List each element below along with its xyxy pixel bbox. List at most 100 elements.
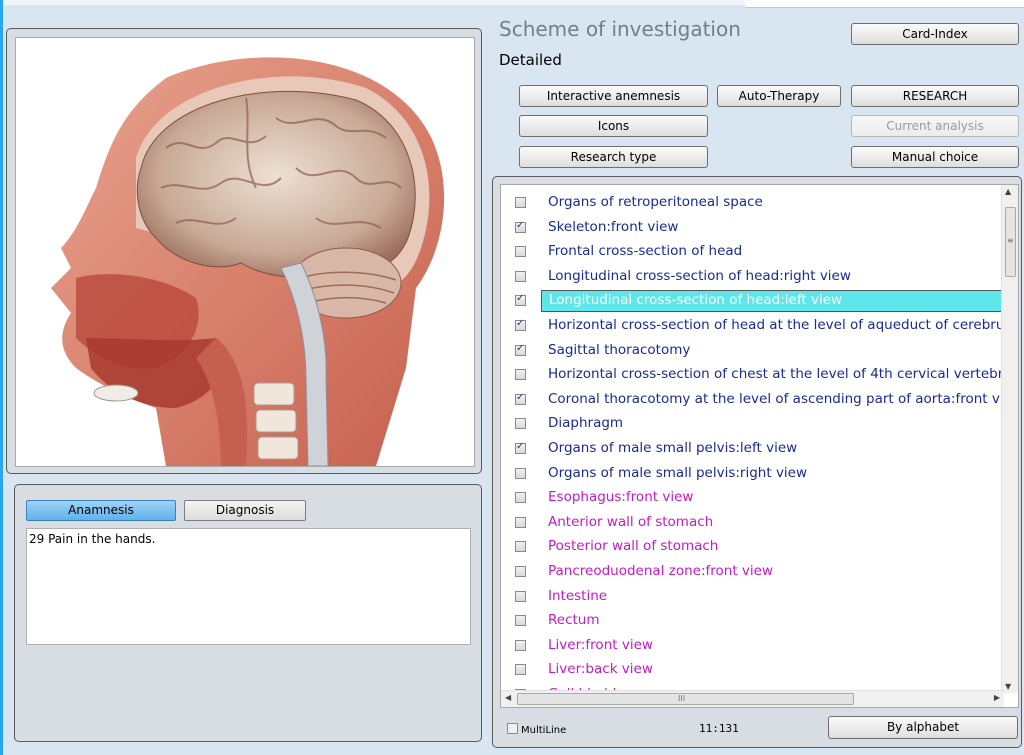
interactive-anamnesis-button[interactable]: Interactive anemnesis: [519, 85, 708, 107]
list-item-label: Anterior wall of stomach: [548, 513, 714, 530]
list-item-label: Liver:back view: [548, 661, 653, 678]
multiline-label: MultiLine: [521, 725, 567, 736]
list-item-label: Longitudinal cross-section of head:left …: [541, 290, 1005, 313]
list-item[interactable]: Esophagus:front view: [501, 486, 1004, 510]
by-alphabet-button[interactable]: By alphabet: [828, 716, 1018, 739]
list-item-checkbox[interactable]: [515, 639, 526, 651]
auto-therapy-button[interactable]: Auto-Therapy: [717, 85, 841, 107]
card-index-button[interactable]: Card-Index: [851, 23, 1019, 45]
list-item[interactable]: ✓ Sagittal thoracotomy: [501, 339, 1004, 363]
list-item[interactable]: Horizontal cross-section of chest at the…: [501, 363, 1012, 387]
list-item-checkbox[interactable]: [515, 492, 526, 504]
list-item-label: Intestine: [548, 587, 608, 604]
manual-choice-button[interactable]: Manual choice: [851, 146, 1019, 168]
vertical-scroll-thumb[interactable]: ≡: [1005, 207, 1016, 277]
grip-icon: ≡: [1007, 236, 1014, 245]
list-item[interactable]: Pancreoduodenal zone:front view: [501, 560, 1004, 584]
list-item-checkbox[interactable]: [515, 270, 526, 282]
multiline-toggle[interactable]: MultiLine: [507, 723, 566, 736]
horizontal-scroll-thumb[interactable]: III: [517, 693, 854, 705]
list-item-label: Organs of retroperitoneal space: [548, 194, 763, 210]
list-item-checkbox[interactable]: [515, 467, 526, 479]
research-type-button[interactable]: Research type: [519, 146, 708, 168]
list-item[interactable]: Longitudinal cross-section of head:right…: [501, 265, 1004, 289]
list-item[interactable]: Liver:back view: [501, 658, 1004, 682]
list-item-label: Coronal thoracotomy at the level of asce…: [548, 390, 1019, 407]
list-item-label: Horizontal cross-section of head at the …: [548, 317, 1018, 333]
scroll-right-icon[interactable]: ▶: [994, 693, 1000, 702]
scroll-down-icon[interactable]: ▼: [1005, 682, 1011, 691]
anamnesis-text-area[interactable]: 29 Pain in the hands.: [26, 528, 471, 645]
list-item-label: Longitudinal cross-section of head:right…: [548, 267, 851, 284]
research-button[interactable]: RESEARCH: [851, 85, 1019, 107]
check-icon: ✓: [516, 441, 525, 452]
list-item-checkbox[interactable]: [515, 590, 526, 602]
list-item-checkbox[interactable]: [515, 418, 526, 430]
list-item-label: Esophagus:front view: [548, 489, 694, 506]
list-item-checkbox[interactable]: [515, 566, 526, 577]
check-icon: ✓: [516, 318, 525, 329]
list-item-label: Skeleton:front view: [548, 218, 679, 235]
list-item-checkbox[interactable]: [515, 246, 526, 258]
list-item[interactable]: ✓ Longitudinal cross-section of head:left…: [501, 289, 1005, 313]
list-item[interactable]: Rectum: [501, 609, 1004, 633]
list-item-label: Organs of male small pelvis:left view: [548, 440, 798, 456]
horizontal-scrollbar[interactable]: ◀ III ▶: [501, 690, 1004, 707]
list-item-label: Posterior wall of stomach: [548, 538, 719, 555]
list-item[interactable]: Organs of retroperitoneal space: [501, 191, 1004, 215]
icons-button[interactable]: Icons: [519, 115, 708, 137]
list-item-checkbox[interactable]: [515, 369, 526, 381]
image-panel: [6, 28, 482, 474]
list-item[interactable]: Organs of male small pelvis:right view: [501, 462, 1004, 486]
multiline-checkbox[interactable]: [507, 723, 518, 734]
list-item-label: Liver:front view: [548, 636, 653, 653]
list-item-checkbox[interactable]: ✓: [515, 219, 526, 233]
left-edge: [0, 0, 3, 755]
list-item-checkbox[interactable]: [515, 516, 526, 528]
scroll-up-icon[interactable]: ▲: [1005, 187, 1011, 196]
list-item[interactable]: Liver:front view: [501, 634, 1004, 658]
list-item[interactable]: ✓ Skeleton:front view: [501, 216, 1004, 240]
item-counter: 11:131: [699, 722, 739, 735]
grip-icon: III: [678, 694, 686, 703]
list-item[interactable]: ✓ Organs of male small pelvis:left view: [501, 437, 1004, 461]
investigation-list-panel: Organs of retroperitoneal space ✓ Skeleton…: [492, 176, 1022, 748]
page-subtitle: Detailed: [499, 51, 562, 69]
check-icon: ✓: [516, 293, 525, 305]
page-title: Scheme of investigation: [499, 17, 741, 41]
list-item-checkbox[interactable]: [515, 197, 526, 208]
check-icon: ✓: [516, 342, 525, 354]
head-cross-section-illustration: [51, 57, 445, 466]
scroll-left-icon[interactable]: ◀: [505, 693, 511, 702]
list-item[interactable]: ✓ Coronal thoracotomy at the level of asc…: [501, 388, 1018, 412]
list-item-checkbox[interactable]: ✓: [515, 318, 526, 331]
list-item[interactable]: Anterior wall of stomach: [501, 511, 1004, 535]
list-item-label: Rectum: [548, 612, 600, 629]
list-item-checkbox[interactable]: ✓: [515, 391, 526, 405]
list-item-checkbox[interactable]: ✓: [515, 441, 526, 454]
list-item[interactable]: Frontal cross-section of head: [501, 240, 1004, 264]
list-item-label: Diaphragm: [548, 415, 624, 432]
list-item-label: Sagittal thoracotomy: [548, 341, 691, 358]
check-icon: ✓: [516, 391, 525, 403]
list-item[interactable]: Posterior wall of stomach: [501, 535, 1004, 559]
tab-diagnosis[interactable]: Diagnosis: [184, 500, 306, 521]
list-item-checkbox[interactable]: ✓: [515, 293, 526, 307]
vertical-scrollbar[interactable]: ▲ ≡ ▼: [1001, 185, 1018, 693]
list-item[interactable]: Intestine: [501, 585, 1004, 609]
list-item-checkbox[interactable]: ✓: [515, 342, 526, 356]
top-edge-strip: [745, 0, 1024, 8]
current-analysis-button[interactable]: Current analysis: [851, 115, 1019, 137]
list-item[interactable]: ✓ Horizontal cross-section of head at the…: [501, 314, 1018, 338]
list-item[interactable]: Diaphragm: [501, 412, 1004, 436]
list-item-label: Pancreoduodenal zone:front view: [548, 563, 773, 579]
notes-panel: Anamnesis Diagnosis 29 Pain in the hands…: [14, 484, 482, 742]
list-item-checkbox[interactable]: [515, 664, 526, 676]
anatomy-image: [15, 37, 475, 467]
list-item-checkbox[interactable]: [515, 541, 526, 553]
check-icon: ✓: [516, 219, 525, 231]
list-item-label: Organs of male small pelvis:right view: [548, 464, 808, 481]
list-item-checkbox[interactable]: [515, 615, 526, 627]
investigation-list[interactable]: Organs of retroperitoneal space ✓ Skeleton…: [500, 184, 1019, 708]
tab-anamnesis[interactable]: Anamnesis: [26, 500, 176, 521]
